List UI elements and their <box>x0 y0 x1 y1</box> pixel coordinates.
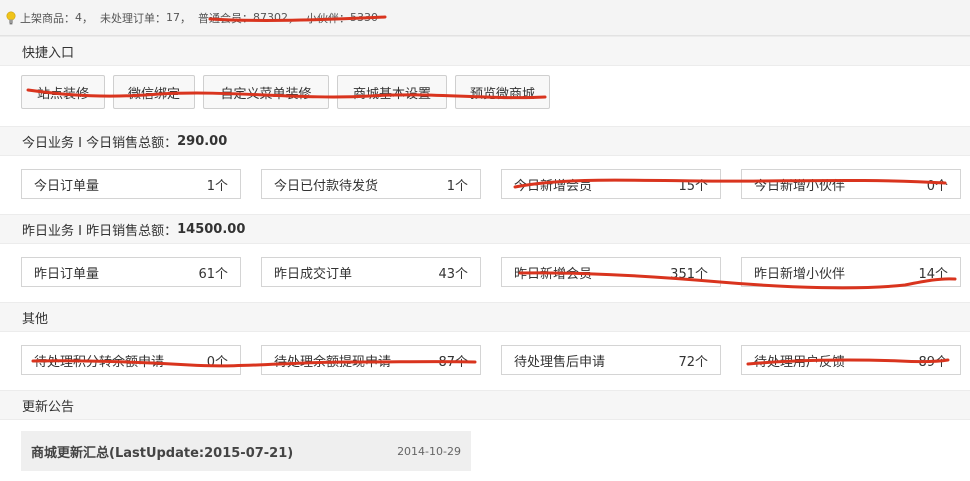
products-count: 4 <box>75 11 82 24</box>
stat-label: 待处理积分转余额申请 <box>34 354 165 370</box>
orders-label: ， 未处理订单： <box>82 11 166 25</box>
stat-value: 61个 <box>198 266 228 282</box>
announcement-item[interactable]: 商城更新汇总(LastUpdate:2015-07-21) 2014-10-29 <box>21 431 471 471</box>
other-header-label: 其他 <box>22 311 49 327</box>
stat-value: 87个 <box>438 354 468 370</box>
quick-entry-title: 快捷入口 <box>22 45 75 61</box>
site-decoration-button[interactable]: 站点装修 <box>21 75 105 109</box>
preview-mall-button[interactable]: 预览微商城 <box>455 75 550 109</box>
stat-label: 待处理用户反馈 <box>754 354 846 370</box>
stat-yesterday-orders[interactable]: 昨日订单量 61个 <box>21 257 241 287</box>
stat-points-to-balance-requests[interactable]: 待处理积分转余额申请 0个 <box>21 345 241 375</box>
orders-count: 17 <box>166 11 180 24</box>
stat-label: 今日已付款待发货 <box>274 178 379 194</box>
quick-entry-header: 快捷入口 <box>0 36 970 66</box>
stat-label: 今日订单量 <box>34 178 100 194</box>
stat-value: 43个 <box>438 266 468 282</box>
stat-user-feedback[interactable]: 待处理用户反馈 89个 <box>741 345 961 375</box>
stat-today-orders[interactable]: 今日订单量 1个 <box>21 169 241 199</box>
stat-label: 待处理售后申请 <box>514 354 606 370</box>
products-label: 上架商品： <box>20 11 75 25</box>
partners-count: 5330 <box>350 11 378 24</box>
stat-today-new-members[interactable]: 今日新增会员 15个 <box>501 169 721 199</box>
members-count: 87302 <box>253 11 288 24</box>
today-header-label: 今日业务 I 今日销售总额： <box>22 135 178 151</box>
top-info-bar: 上架商品： 4 ， 未处理订单： 17 ， 普通会员： 87302 ， 小伙伴：… <box>0 0 970 36</box>
announcement-date: 2014-10-29 <box>397 444 461 458</box>
stat-today-new-partners[interactable]: 今日新增小伙伴 0个 <box>741 169 961 199</box>
stat-value: 0个 <box>926 178 948 194</box>
stat-yesterday-new-members[interactable]: 昨日新增会员 351个 <box>501 257 721 287</box>
stat-value: 1个 <box>206 178 228 194</box>
yesterday-sales-amount: 14500.00 <box>177 221 246 237</box>
lightbulb-icon <box>6 11 16 24</box>
stat-value: 0个 <box>206 354 228 370</box>
stat-value: 89个 <box>918 354 948 370</box>
stat-yesterday-completed-orders[interactable]: 昨日成交订单 43个 <box>261 257 481 287</box>
stat-value: 15个 <box>678 178 708 194</box>
mall-settings-button[interactable]: 商城基本设置 <box>337 75 447 109</box>
stat-value: 14个 <box>918 266 948 282</box>
other-header: 其他 <box>0 302 970 332</box>
stat-value: 351个 <box>670 266 708 282</box>
today-header: 今日业务 I 今日销售总额： 290.00 <box>0 126 970 156</box>
yesterday-header: 昨日业务 I 昨日销售总额： 14500.00 <box>0 214 970 244</box>
stat-withdrawal-requests[interactable]: 待处理余额提现申请 87个 <box>261 345 481 375</box>
stat-value: 72个 <box>678 354 708 370</box>
wechat-binding-button[interactable]: 微信绑定 <box>113 75 195 109</box>
stat-today-paid-pending[interactable]: 今日已付款待发货 1个 <box>261 169 481 199</box>
custom-menu-button[interactable]: 自定义菜单装修 <box>203 75 329 109</box>
stat-label: 昨日新增会员 <box>514 266 593 282</box>
stat-label: 昨日新增小伙伴 <box>754 266 846 282</box>
partners-label: ， 小伙伴： <box>288 11 350 25</box>
stat-label: 昨日成交订单 <box>274 266 353 282</box>
stat-label: 今日新增会员 <box>514 178 593 194</box>
announcements-header-label: 更新公告 <box>22 399 75 415</box>
stat-label: 待处理余额提现申请 <box>274 354 392 370</box>
yesterday-header-label: 昨日业务 I 昨日销售总额： <box>22 223 178 239</box>
stat-yesterday-new-partners[interactable]: 昨日新增小伙伴 14个 <box>741 257 961 287</box>
announcement-title: 商城更新汇总(LastUpdate:2015-07-21) <box>31 445 294 461</box>
stat-after-sales-requests[interactable]: 待处理售后申请 72个 <box>501 345 721 375</box>
announcements-header: 更新公告 <box>0 390 970 420</box>
members-label: ， 普通会员： <box>180 11 253 25</box>
stat-label: 今日新增小伙伴 <box>754 178 846 194</box>
stat-label: 昨日订单量 <box>34 266 100 282</box>
stat-value: 1个 <box>446 178 468 194</box>
today-sales-amount: 290.00 <box>177 133 228 149</box>
